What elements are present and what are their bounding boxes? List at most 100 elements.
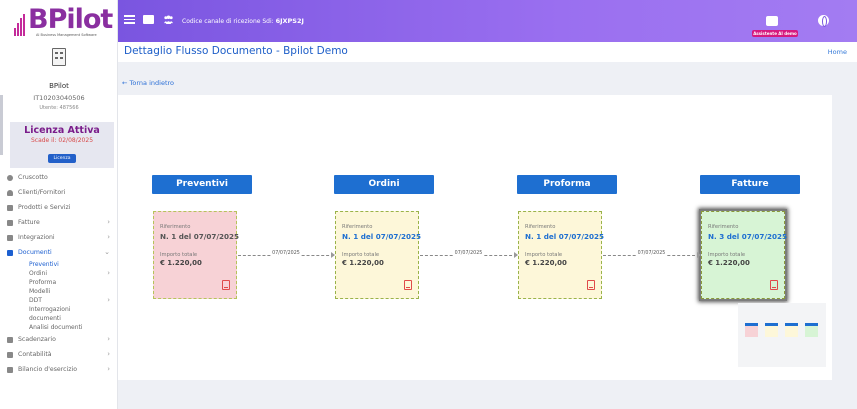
logo-bars-icon xyxy=(14,14,28,36)
sidebar-item-bilancio[interactable]: Bilancio d'esercizio › xyxy=(0,362,118,377)
team-icon[interactable] xyxy=(163,15,174,24)
minimap-node xyxy=(805,323,818,337)
document-card-ordini[interactable]: Riferimento N. 1 del 07/07/2025 Importo … xyxy=(335,211,421,299)
chevron-right-icon: › xyxy=(107,233,110,241)
document-reference: N. 1 del 07/07/2025 xyxy=(525,232,604,241)
logo-subtitle: AI Business Management Software xyxy=(36,33,97,37)
dashboard-icon xyxy=(7,175,13,181)
chevron-right-icon: › xyxy=(107,365,110,373)
document-card-fatture[interactable]: Riferimento N. 3 del 07/07/2025 Importo … xyxy=(701,211,787,299)
stage-header-preventivi: Preventivi xyxy=(152,175,252,194)
sdi-channel-code: Codice canale di ricezione Sdi: 6JXPS2J xyxy=(182,17,304,25)
building-icon xyxy=(52,48,66,66)
arrow-left-icon: ← xyxy=(122,79,128,87)
document-reference: N. 3 del 07/07/2025 xyxy=(708,232,787,241)
ai-assistant-label: Assistente AI demo xyxy=(752,30,798,37)
sdi-code-value: 6JXPS2J xyxy=(275,17,304,25)
globe-icon[interactable] xyxy=(818,15,829,27)
document-card-proforma[interactable]: Riferimento N. 1 del 07/07/2025 Importo … xyxy=(518,211,604,299)
sidebar-subitem-ddt[interactable]: DDT › xyxy=(0,296,118,305)
company-info: BPilot IT10203040506 Utente: 487566 xyxy=(0,48,118,111)
company-name: BPilot xyxy=(49,82,69,90)
sidebar-subitem-interrogazioni[interactable]: Interrogazioni xyxy=(0,305,118,314)
sidebar-item-documenti[interactable]: Documenti ⌄ xyxy=(0,245,118,260)
calendar-icon xyxy=(7,337,13,343)
breadcrumb-home[interactable]: Home xyxy=(828,48,847,56)
license-box: Licenza Attiva Scade il: 02/08/2025 Lice… xyxy=(10,122,114,168)
balance-icon xyxy=(7,367,13,373)
sidebar-item-fatture[interactable]: Fatture › xyxy=(0,215,118,230)
connector-date: 07/07/2025 xyxy=(636,251,667,256)
document-amount: € 1.220,00 xyxy=(342,259,384,267)
arrow-right-icon xyxy=(697,252,701,258)
sidebar-subitem-modelli[interactable]: Modelli xyxy=(0,287,118,296)
sidebar-subitem-proforma[interactable]: Proforma xyxy=(0,278,118,287)
document-amount: € 1.220,00 xyxy=(525,259,567,267)
license-button[interactable]: Licenza xyxy=(47,154,77,163)
box-icon xyxy=(7,205,13,211)
app-root: BPilot AI Business Management Software B… xyxy=(0,0,857,409)
pdf-icon[interactable] xyxy=(404,280,412,290)
flow-connector: 07/07/2025 xyxy=(603,251,701,258)
arrow-right-icon xyxy=(514,252,518,258)
flow-minimap[interactable] xyxy=(738,303,826,367)
arrow-right-icon xyxy=(331,252,335,258)
pdf-icon[interactable] xyxy=(770,280,778,290)
document-card-preventivi[interactable]: Riferimento N. 1 del 07/07/2025 Importo … xyxy=(153,211,239,299)
chat-icon[interactable] xyxy=(143,15,154,24)
stage-header-ordini: Ordini xyxy=(334,175,434,194)
document-flow-panel: Preventivi Ordini Proforma Fatture Rifer… xyxy=(118,95,832,380)
document-amount: € 1.220,00 xyxy=(160,259,202,267)
minimap-node xyxy=(745,323,758,337)
chevron-right-icon: › xyxy=(107,269,110,277)
bpilot-logo[interactable]: BPilot AI Business Management Software xyxy=(14,4,113,40)
connector-date: 07/07/2025 xyxy=(271,251,301,256)
stage-header-fatture: Fatture xyxy=(700,175,800,194)
license-title: Licenza Attiva xyxy=(24,125,100,136)
sidebar-subitem-documenti[interactable]: documenti xyxy=(0,314,118,323)
logo-text: BPilot xyxy=(28,4,113,35)
page-title: Dettaglio Flusso Documento - Bpilot Demo xyxy=(124,45,348,57)
chat-bubble-icon xyxy=(766,16,778,26)
document-icon xyxy=(7,235,13,241)
sidebar-item-contabilita[interactable]: Contabilità › xyxy=(0,347,118,362)
connector-date: 07/07/2025 xyxy=(453,251,484,256)
company-vat: IT10203040506 xyxy=(33,94,85,102)
document-icon xyxy=(7,220,13,226)
document-reference: N. 1 del 07/07/2025 xyxy=(160,232,239,241)
pdf-icon[interactable] xyxy=(222,280,230,290)
sidebar: BPilot AI Business Management Software B… xyxy=(0,0,118,409)
chevron-right-icon: › xyxy=(107,218,110,226)
chevron-right-icon: › xyxy=(107,335,110,343)
minimap-node xyxy=(765,323,778,337)
ai-assistant-button[interactable]: Assistente AI demo xyxy=(752,16,798,37)
sidebar-item-scadenzario[interactable]: Scadenzario › xyxy=(0,332,118,347)
document-amount: € 1.220,00 xyxy=(708,259,750,267)
flow-connector: 07/07/2025 xyxy=(420,251,518,258)
topbar: Codice canale di ricezione Sdi: 6JXPS2J … xyxy=(118,0,857,42)
minimap-node xyxy=(785,323,798,337)
page-header: Dettaglio Flusso Documento - Bpilot Demo… xyxy=(118,42,857,62)
license-expiry: Scade il: 02/08/2025 xyxy=(30,137,94,144)
hamburger-menu-icon[interactable] xyxy=(124,15,135,24)
document-icon xyxy=(7,250,13,256)
ledger-icon xyxy=(7,352,13,358)
sidebar-item-integrazioni[interactable]: Integrazioni › xyxy=(0,230,118,245)
sidebar-item-cruscotto[interactable]: Cruscotto xyxy=(0,170,118,185)
pdf-icon[interactable] xyxy=(587,280,595,290)
user-icon xyxy=(7,190,13,196)
sidebar-subitem-analisi[interactable]: Analisi documenti xyxy=(0,323,118,332)
sidebar-subitem-preventivi[interactable]: Preventivi xyxy=(0,260,118,269)
sidebar-subitem-ordini[interactable]: Ordini › xyxy=(0,269,118,278)
sidebar-item-prodotti[interactable]: Prodotti e Servizi xyxy=(0,200,118,215)
sidebar-item-clienti[interactable]: Clienti/Fornitori xyxy=(0,185,118,200)
document-reference: N. 1 del 07/07/2025 xyxy=(342,232,421,241)
company-user: Utente: 487566 xyxy=(39,105,79,111)
stage-header-proforma: Proforma xyxy=(517,175,617,194)
sidebar-nav: Cruscotto Clienti/Fornitori Prodotti e S… xyxy=(0,170,118,377)
chevron-right-icon: › xyxy=(107,350,110,358)
back-link[interactable]: ← Torna indietro xyxy=(122,79,174,87)
chevron-right-icon: › xyxy=(107,296,110,304)
chevron-down-icon: ⌄ xyxy=(104,248,110,256)
flow-connector: 07/07/2025 xyxy=(238,251,335,258)
